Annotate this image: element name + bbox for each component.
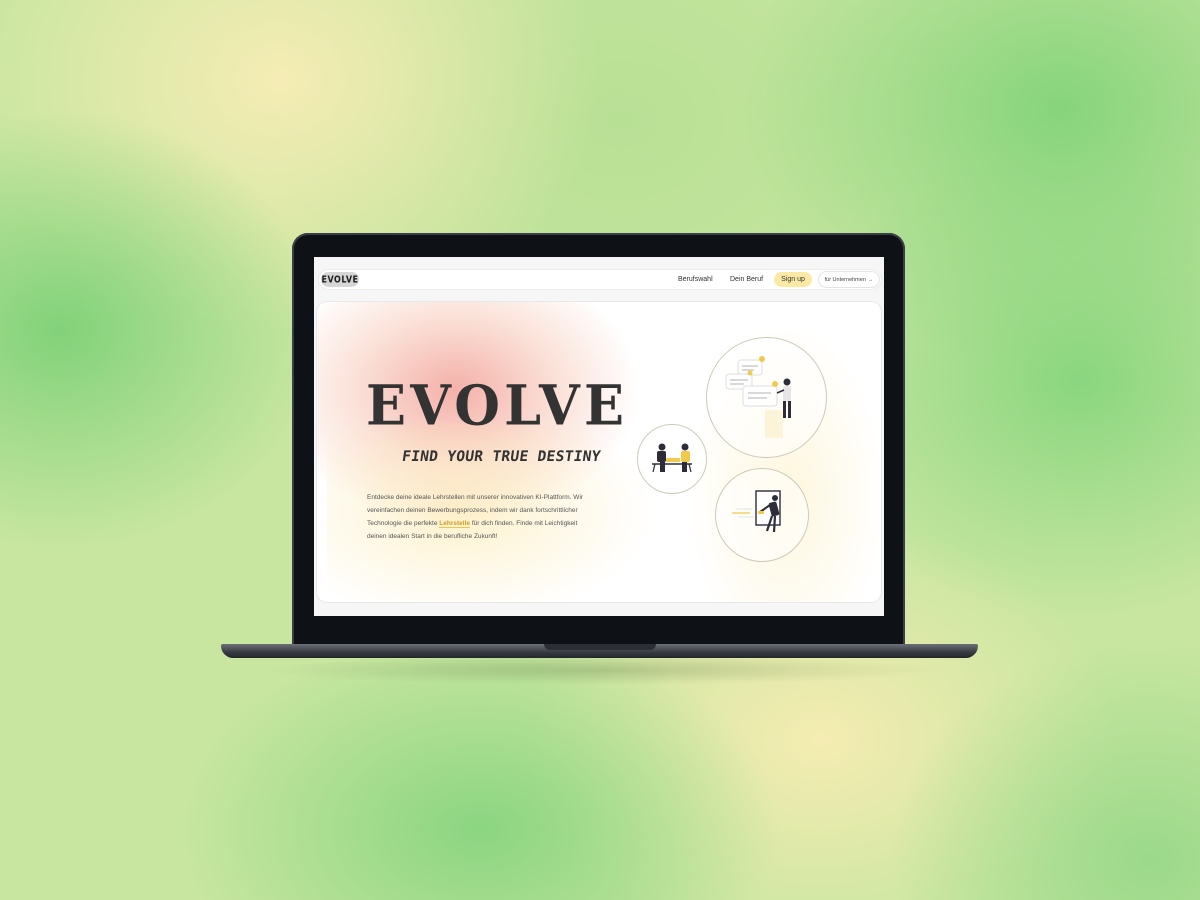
chat-bubbles-person-icon [725, 356, 791, 438]
laptop-notch [544, 644, 656, 650]
hero-tagline: FIND YOUR TRUE DESTINY [400, 449, 602, 465]
company-button[interactable]: für Unternehmen → [819, 272, 879, 287]
top-nav: EVOLVE Berufswahl Dein Beruf Sign up für… [319, 270, 881, 289]
illustration-circle-door [715, 468, 809, 562]
arrow-right-icon: → [867, 276, 874, 283]
hero-wordmark: EVOLVE [366, 372, 629, 438]
company-label: für Unternehmen [824, 276, 866, 283]
nav-link-dein-beruf[interactable]: Dein Beruf [730, 274, 763, 285]
hero-section: EVOLVE FIND YOUR TRUE DESTINY Entdecke d… [317, 302, 881, 602]
logo-text: EVOLVE [321, 274, 359, 285]
door-exit-person-icon [732, 490, 781, 533]
laptop-screen: EVOLVE Berufswahl Dein Beruf Sign up für… [314, 257, 884, 616]
hero-description: Entdecke deine ideale Lehrstellen mit un… [367, 491, 592, 543]
logo[interactable]: EVOLVE [321, 272, 359, 287]
illustration-circle-chat [706, 337, 827, 458]
laptop-shadow [260, 655, 940, 685]
description-highlight: Lehrstelle [439, 520, 470, 528]
illustration-circle-handshake [637, 424, 707, 494]
signup-button[interactable]: Sign up [774, 272, 812, 287]
handshake-icon [652, 443, 692, 473]
nav-link-berufswahl[interactable]: Berufswahl [678, 274, 713, 285]
signup-label: Sign up [781, 276, 805, 283]
